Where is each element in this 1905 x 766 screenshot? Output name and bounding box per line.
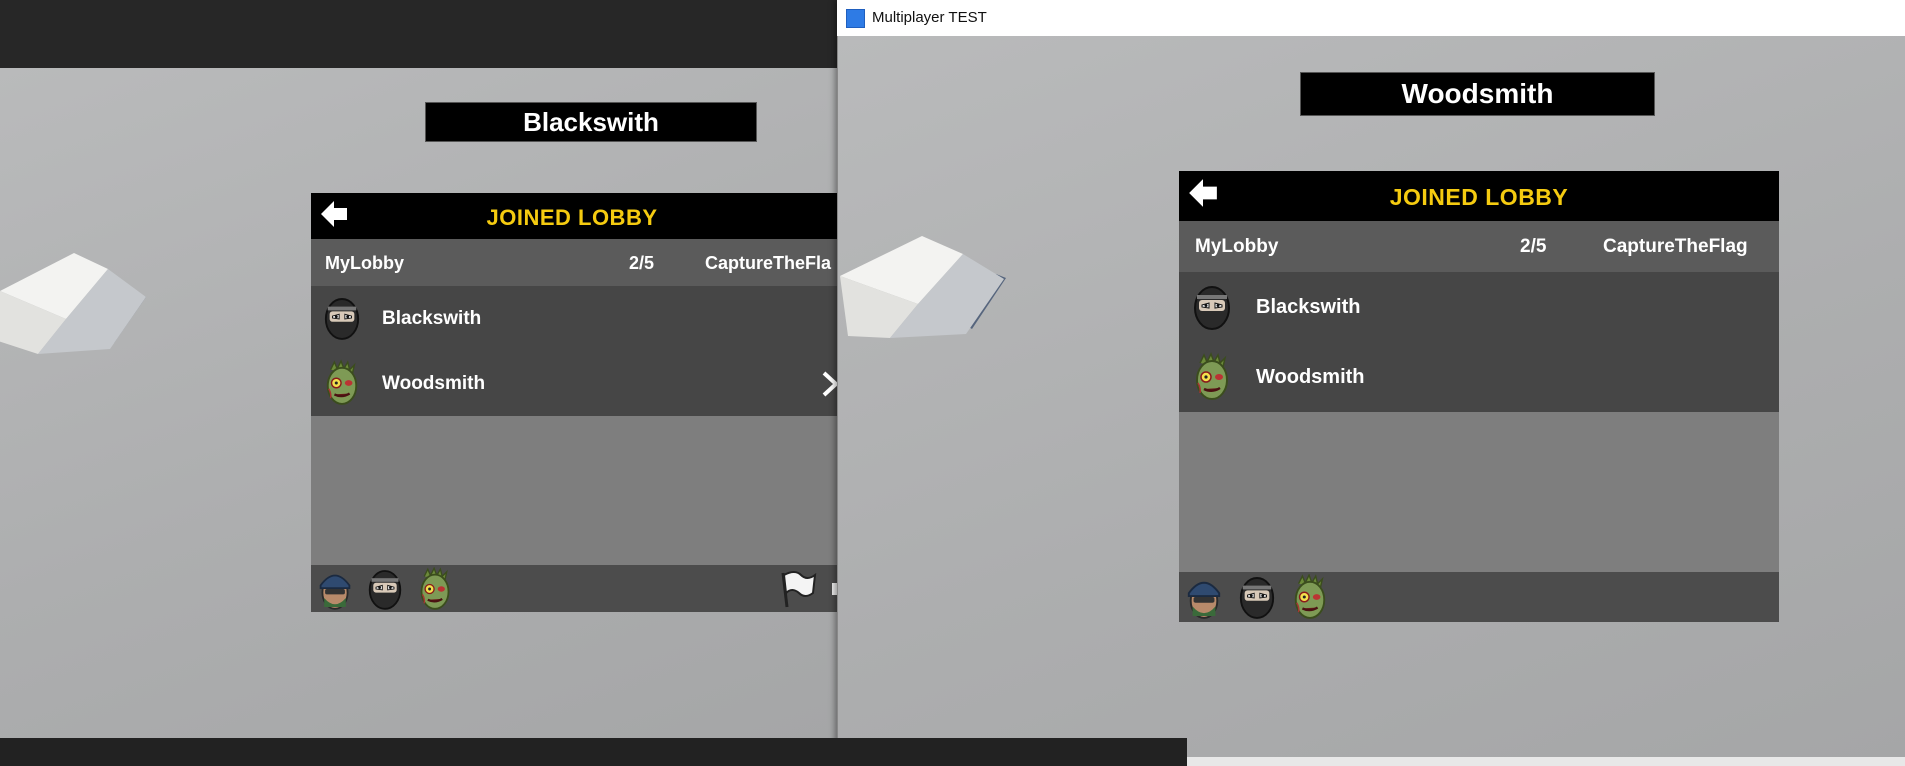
lobby-name: MyLobby — [325, 253, 404, 273]
flag-icon[interactable] — [777, 569, 817, 609]
character-select-bar — [1179, 572, 1779, 622]
lobby-info-bar: MyLobby 2/5 CaptureTheFla — [311, 239, 838, 286]
lobby-empty-area — [311, 416, 838, 565]
player-name-banner: Blackswith — [425, 102, 757, 142]
cube-3d-object — [0, 253, 146, 354]
lobby-game-mode: CaptureTheFla — [705, 253, 832, 273]
left-game-viewport: Blackswith JOINED LOBBY MyLobby 2/5 Capt… — [0, 68, 838, 738]
lobby-player-count: 2/5 — [629, 253, 655, 273]
lobby-name: MyLobby — [1195, 236, 1279, 257]
player-row[interactable]: Blackswith — [1179, 272, 1779, 342]
lobby-header: JOINED LOBBY — [1179, 171, 1779, 221]
player-row[interactable]: Woodsmith — [1179, 342, 1779, 412]
right-game-viewport: Woodsmith JOINED LOBBY MyLobby 2/5 Captu… — [837, 36, 1905, 757]
character-select-bar — [311, 565, 838, 612]
soldier-character-icon[interactable] — [1185, 574, 1223, 620]
app-icon — [846, 9, 865, 28]
lobby-header-title: JOINED LOBBY — [1389, 184, 1569, 210]
player-name: Woodsmith — [382, 373, 486, 394]
zombie-avatar-icon — [1192, 352, 1232, 402]
taskbar-strip — [0, 738, 1187, 766]
lobby-info-bar: MyLobby 2/5 CaptureTheFlag — [1179, 221, 1779, 272]
lobby-player-count: 2/5 — [1520, 236, 1547, 257]
lobby-header-title: JOINED LOBBY — [486, 205, 658, 230]
ninja-avatar-icon — [1192, 282, 1232, 332]
zombie-character-icon[interactable] — [1291, 574, 1329, 620]
lobby-game-mode: CaptureTheFlag — [1603, 236, 1748, 257]
lobby-empty-area — [1179, 412, 1779, 572]
player-name: Woodsmith — [1256, 366, 1365, 388]
player-list: Blackswith Woodsmith — [311, 286, 838, 416]
ninja-character-icon[interactable] — [1238, 574, 1276, 620]
zombie-avatar-icon — [323, 359, 361, 407]
player-list: Blackswith Woodsmith — [1179, 272, 1779, 412]
player-row[interactable]: Woodsmith — [311, 351, 838, 416]
window-titlebar[interactable]: Multiplayer TEST — [837, 0, 1905, 36]
joined-lobby-panel: JOINED LOBBY MyLobby 2/5 CaptureTheFla B… — [311, 193, 838, 612]
desktop-strip — [1187, 757, 1905, 766]
ninja-character-icon[interactable] — [367, 567, 403, 611]
multiplayer-test-window: Multiplayer TEST Woodsmith JOINED LOBBY … — [837, 0, 1905, 757]
player-row[interactable]: Blackswith — [311, 286, 838, 351]
joined-lobby-panel: JOINED LOBBY MyLobby 2/5 CaptureTheFlag … — [1179, 171, 1779, 622]
zombie-character-icon[interactable] — [417, 567, 453, 611]
player-name-banner: Woodsmith — [1300, 72, 1655, 116]
ninja-avatar-icon — [323, 294, 361, 342]
player-name: Blackswith — [382, 308, 482, 329]
cube-3d-object — [840, 236, 1006, 338]
window-title: Multiplayer TEST — [872, 9, 987, 26]
player-name: Blackswith — [1256, 296, 1361, 318]
soldier-character-icon[interactable] — [317, 567, 353, 611]
lobby-header: JOINED LOBBY — [311, 193, 838, 239]
chevron-right-icon[interactable] — [820, 371, 838, 397]
